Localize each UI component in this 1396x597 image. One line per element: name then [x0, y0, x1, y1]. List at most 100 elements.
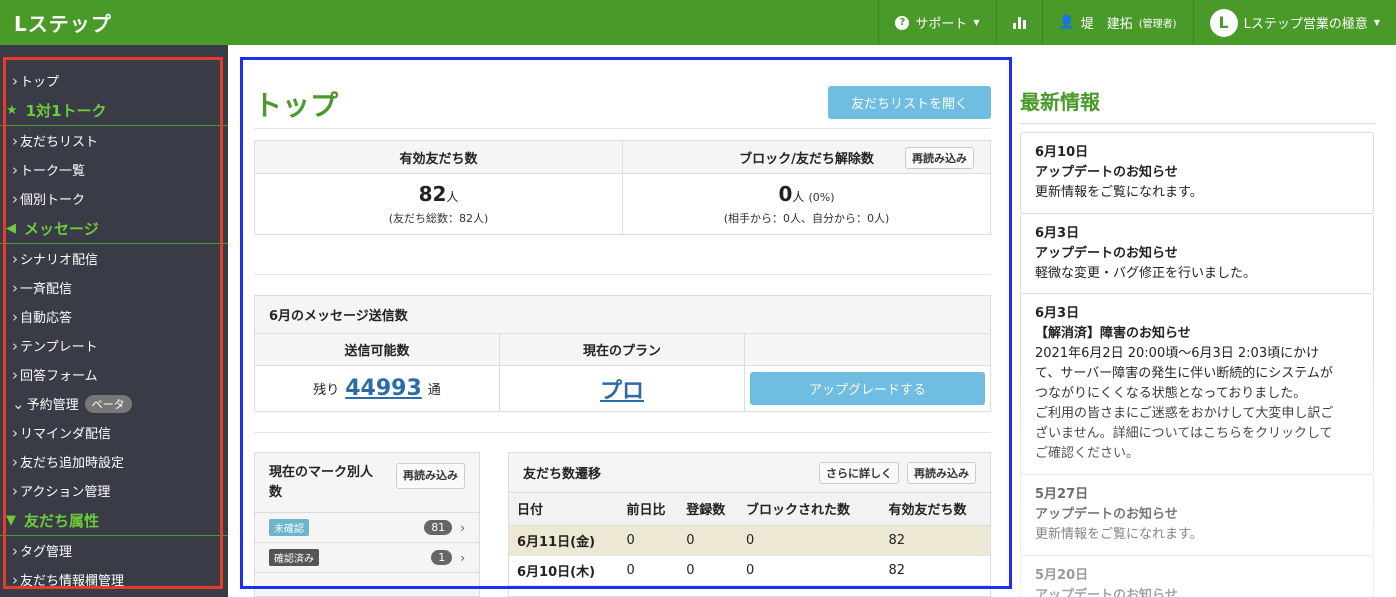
- trend-cell: 82: [880, 525, 990, 556]
- reload-block-button[interactable]: 再読み込み: [905, 147, 974, 169]
- table-row: 6月10日(木) 0 0 0 82: [509, 555, 990, 586]
- remaining-unit: 通: [427, 383, 441, 398]
- trend-cell: 82: [880, 555, 990, 586]
- sidebar-item[interactable]: › テンプレート: [0, 331, 228, 360]
- news-headline: アップデートのお知らせ: [1035, 588, 1178, 597]
- news-body-line: ご確認ください。: [1035, 446, 1140, 461]
- top-nav: ? サポート ▼ 👤 堤 建拓 (管理者) L Lステップ営業の極意 ▼: [878, 0, 1396, 45]
- sidebar-item[interactable]: › 友だち追加時設定: [0, 447, 228, 476]
- mark-rows: 未確認 81 › 確認済み 1 ›: [255, 513, 479, 573]
- block-label: ブロック/友だち解除数: [739, 151, 874, 167]
- news-body-line: 軽微な変更・バグ修正を行いました。: [1035, 266, 1257, 281]
- total-friends-note: (友だち総数：82人): [388, 212, 489, 225]
- sidebar-item[interactable]: › シナリオ配信: [0, 244, 228, 273]
- reload-marks-button[interactable]: 再読み込み: [396, 463, 465, 489]
- chevron-right-icon: ›: [460, 550, 465, 565]
- user-menu[interactable]: 👤 堤 建拓 (管理者): [1041, 0, 1193, 45]
- open-friend-list-button[interactable]: 友だちリストを開く: [828, 86, 991, 119]
- sidebar-item[interactable]: › 個別トーク: [0, 184, 228, 213]
- remaining-count-link[interactable]: 44993: [345, 376, 422, 401]
- sidebar-item-label: 個別トーク: [20, 193, 86, 208]
- news-card[interactable]: 5月20日 アップデートのお知らせ: [1020, 555, 1374, 597]
- plan-label: 現在のプラン: [500, 334, 745, 366]
- sidebar-item-label: 回答フォーム: [20, 369, 98, 384]
- top-bar: Lステップ ? サポート ▼ 👤 堤 建拓 (管理者) L Lステップ営業の極意…: [0, 0, 1396, 45]
- trend-column-header: 日付: [509, 493, 619, 526]
- news-date: 6月3日: [1035, 306, 1080, 321]
- upgrade-button[interactable]: アップグレードする: [750, 372, 985, 405]
- active-friends-panel: 有効友だち数 82人 (友だち総数：82人): [255, 141, 622, 234]
- sidebar-item[interactable]: ⌄ 予約管理 ベータ: [0, 389, 228, 418]
- user-icon: 👤: [1058, 15, 1075, 30]
- trend-title: 友だち数遷移: [523, 467, 602, 482]
- unit-label: 人: [446, 190, 459, 204]
- sidebar-item[interactable]: › トップ: [0, 66, 228, 95]
- sidebar-item[interactable]: › 回答フォーム: [0, 360, 228, 389]
- news-card[interactable]: 5月27日 アップデートのお知らせ 更新情報をご覧になれます。: [1020, 474, 1374, 556]
- mark-count-header: 現在のマーク別人数 再読み込み: [255, 453, 479, 513]
- chevron-right-icon: ›: [12, 570, 18, 589]
- mark-count-title: 現在のマーク別人数: [269, 465, 374, 500]
- sidebar-item-label: タグ管理: [20, 545, 73, 560]
- account-avatar: L: [1209, 8, 1238, 37]
- news-body-line: つながりにくくなる状態となっておりました。: [1035, 386, 1307, 401]
- sidebar-list: › トップ ★ 1対1トーク › 友だちリスト › トーク一覧 › 個別トーク ◀ メッセージ › シナリ…: [0, 45, 228, 594]
- chevron-right-icon: ›: [460, 520, 465, 535]
- sidebar-item[interactable]: › リマインダ配信: [0, 418, 228, 447]
- sendable-label: 送信可能数: [255, 334, 500, 366]
- news-card[interactable]: 6月3日 アップデートのお知らせ 軽微な変更・バグ修正を行いました。: [1020, 213, 1374, 295]
- sidebar-item-label: 友だちリスト: [20, 135, 99, 150]
- support-menu[interactable]: ? サポート ▼: [878, 0, 995, 45]
- megaphone-icon: ◀: [6, 220, 16, 236]
- news-headline: 【解消済】障害のお知らせ: [1035, 326, 1191, 341]
- sidebar-item[interactable]: › トーク一覧: [0, 155, 228, 184]
- chevron-right-icon: ›: [12, 365, 18, 384]
- sidebar-section-label: 友だち属性: [24, 511, 100, 530]
- trend-cell: 0: [618, 555, 679, 586]
- mark-row[interactable]: 確認済み 1 ›: [255, 543, 479, 573]
- reload-trend-button[interactable]: 再読み込み: [907, 461, 976, 484]
- sidebar-item-label: 予約管理: [26, 398, 79, 413]
- mark-label: 未確認: [269, 519, 309, 536]
- sidebar-item[interactable]: › 自動応答: [0, 302, 228, 331]
- sidebar-item-label: 一斉配信: [20, 282, 73, 297]
- sidebar-item-label: テンプレート: [20, 340, 98, 355]
- stats-button[interactable]: [995, 0, 1042, 45]
- sidebar-section-header: ◀ メッセージ: [0, 213, 228, 244]
- chevron-right-icon: ›: [12, 481, 18, 500]
- sidebar-item[interactable]: › 友だちリスト: [0, 126, 228, 155]
- mark-label: 確認済み: [269, 549, 319, 566]
- active-friends-count-line: 82人: [419, 182, 459, 206]
- trend-cell: 0: [618, 525, 679, 556]
- app-logo[interactable]: Lステップ: [0, 8, 112, 37]
- account-menu[interactable]: L Lステップ営業の極意 ▼: [1192, 0, 1396, 45]
- chevron-right-icon: ›: [12, 131, 18, 150]
- star-icon: ★: [6, 102, 18, 118]
- account-name: Lステップ営業の極意: [1243, 17, 1368, 32]
- sidebar-item[interactable]: › 友だち情報欄管理: [0, 565, 228, 594]
- mark-count: 81: [424, 520, 453, 535]
- trend-header: 友だち数遷移 さらに詳しく 再読み込み: [509, 453, 990, 493]
- sidebar-item[interactable]: › タグ管理: [0, 536, 228, 565]
- sidebar-section-label: メッセージ: [24, 219, 99, 238]
- trend-cell: 0: [678, 525, 739, 556]
- page-title: トップ: [254, 89, 339, 122]
- trend-column-header: 前日比: [618, 493, 679, 526]
- news-card[interactable]: 6月3日 【解消済】障害のお知らせ 2021年6月2日 20:00頃〜6月3日 2:…: [1020, 293, 1374, 475]
- sidebar-item[interactable]: › アクション管理: [0, 476, 228, 505]
- friend-trend-panel: 友だち数遷移 さらに詳しく 再読み込み 日付 前日比 登録数 ブロックされた数 有効友だ…: [508, 452, 991, 597]
- sidebar-item-label: アクション管理: [20, 485, 111, 500]
- mark-row[interactable]: 未確認 81 ›: [255, 513, 479, 543]
- plan-cell: プロ: [500, 366, 745, 411]
- bar-chart-icon: [1012, 16, 1026, 29]
- block-panel: ブロック/友だち解除数 再読み込み 0人 (0%) (相手から：0人、自分から：…: [622, 141, 990, 234]
- chevron-right-icon: ›: [12, 278, 18, 297]
- trend-cell: 6月11日(金): [509, 525, 619, 556]
- plan-link[interactable]: プロ: [600, 373, 644, 405]
- trend-more-button[interactable]: さらに詳しく: [819, 461, 899, 484]
- sidebar-item[interactable]: › 一斉配信: [0, 273, 228, 302]
- chevron-right-icon: ›: [12, 336, 18, 355]
- chevron-right-icon: ›: [12, 307, 18, 326]
- sidebar-item-label: 自動応答: [20, 311, 73, 326]
- news-card[interactable]: 6月10日 アップデートのお知らせ 更新情報をご覧になれます。: [1020, 132, 1374, 214]
